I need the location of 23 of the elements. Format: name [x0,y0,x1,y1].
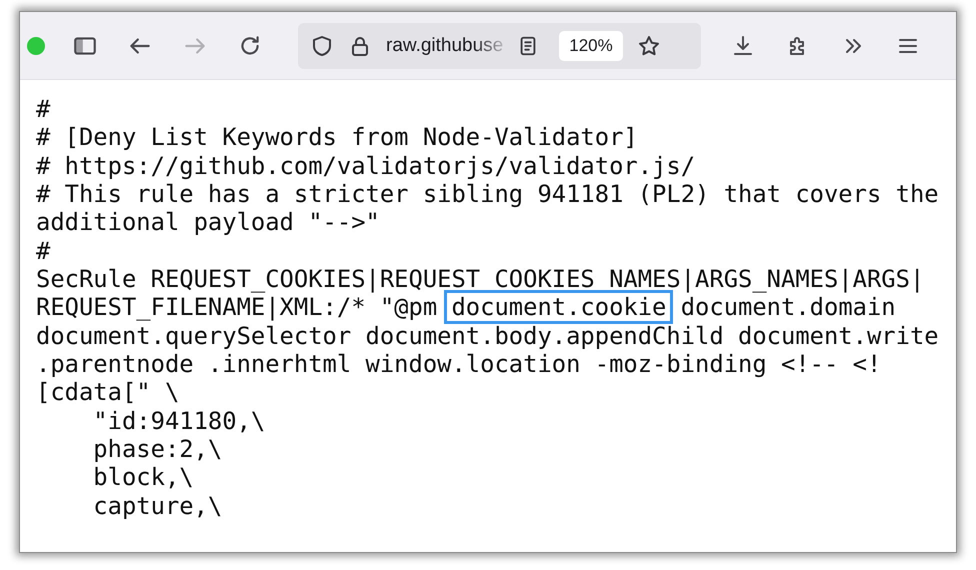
code-line: # [36,95,50,124]
window-dot[interactable] [27,36,45,54]
url-text: raw.githubuse [386,34,504,56]
code-line: [cdata[" \ [36,378,180,407]
code-line: # https://github.com/validatorjs/validator.js/ [36,152,696,180]
code-line: # This rule has a stricter sibling 941181 (PL2) that covers the [36,180,939,208]
zoom-level[interactable]: 120% [559,30,623,60]
code-line: .parentnode .innerhtml window.location -moz-binding <!-- <! [36,350,882,378]
code-text: document.domain [680,293,896,322]
highlighted-text: document.cookie [444,290,674,324]
code-line: block,\ [92,463,194,492]
code-line: capture,\ [92,492,222,520]
code-line: additional payload "-->" [36,208,380,237]
star-icon [636,34,661,58]
download-icon [731,34,755,58]
code-text: REQUEST_FILENAME|XML:/* "@pm [36,293,438,322]
code-line: # [36,236,50,266]
shield-icon [310,34,334,58]
code-line: phase:2,\ [92,435,222,464]
code-line: "id:941180,\ [92,406,266,436]
address-bar[interactable]: raw.githubuse 120% [298,22,701,68]
code-line: document.querySelector document.body.appendChild document.write [36,322,939,350]
code-line: # [Deny List Keywords from Node-Validator] [36,123,638,152]
